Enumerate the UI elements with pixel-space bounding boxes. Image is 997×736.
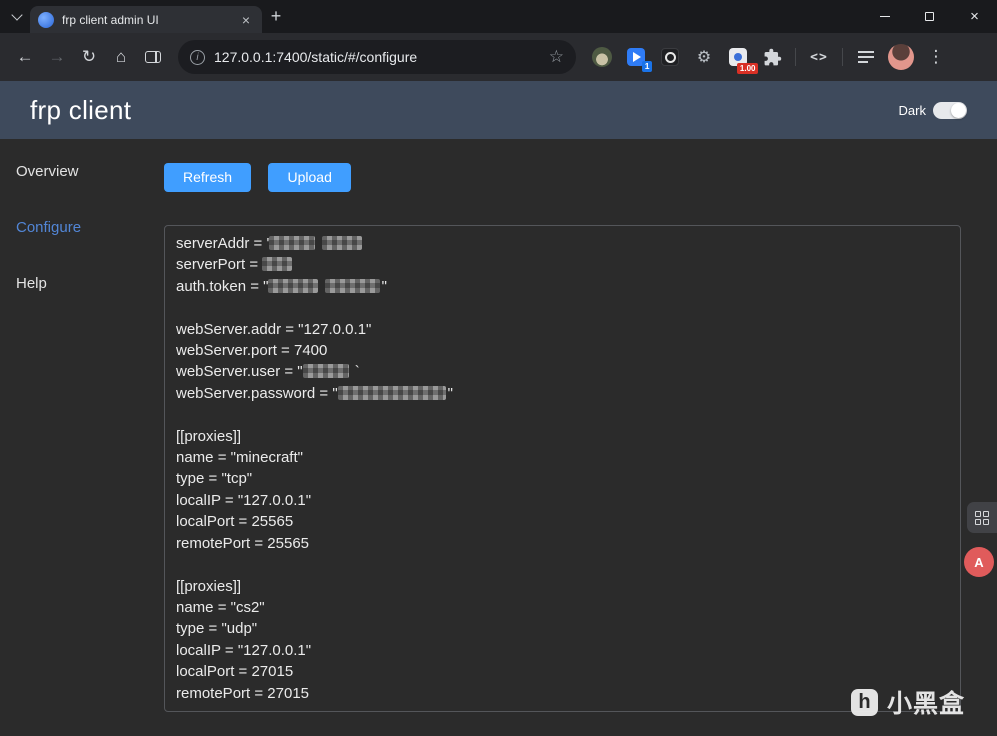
theme-switch[interactable] <box>933 101 967 119</box>
url-text: 127.0.0.1:7400/static/#/configure <box>214 49 418 65</box>
price-extension-icon[interactable]: 1.00 <box>725 44 758 74</box>
theme-toggle[interactable]: Dark <box>898 101 967 119</box>
toolbar-divider <box>795 48 796 66</box>
floating-assistant-widget[interactable]: A <box>964 547 994 577</box>
side-panel-button[interactable] <box>138 42 168 72</box>
watermark-text: 小黑盒 <box>886 690 965 718</box>
tampermonkey-extension-icon[interactable] <box>589 44 615 70</box>
tab-strip: frp client admin UI × + × <box>0 0 997 33</box>
home-button[interactable]: ⌂ <box>106 42 136 72</box>
assistant-icon: A <box>974 554 984 570</box>
reload-button[interactable]: ↻ <box>74 42 104 72</box>
gear-icon: ⚙ <box>696 49 712 66</box>
puzzle-icon <box>764 48 781 65</box>
maximize-button[interactable] <box>907 0 952 33</box>
sidebar-item-configure[interactable]: Configure <box>0 199 164 255</box>
price-badge: 1.00 <box>737 63 758 74</box>
profile-avatar[interactable] <box>888 44 914 70</box>
browser-menu-button[interactable]: ⋮ <box>923 44 949 70</box>
page-title: frp client <box>30 94 132 125</box>
sidebar-item-overview[interactable]: Overview <box>0 143 164 199</box>
browser-window: frp client admin UI × + × ← → ↻ ⌂ i 127.… <box>0 0 997 736</box>
browser-tab[interactable]: frp client admin UI × <box>30 6 262 33</box>
sidebar: Overview Configure Help <box>0 139 164 712</box>
list-extension-button[interactable] <box>853 44 879 70</box>
config-textarea[interactable]: serverAddr = ' serverPort = auth.token =… <box>164 225 961 712</box>
minimize-button[interactable] <box>862 0 907 33</box>
theme-toggle-label: Dark <box>898 102 926 118</box>
close-window-button[interactable]: × <box>952 0 997 33</box>
app-header: frp client Dark <box>0 81 997 139</box>
tab-title: frp client admin UI <box>62 12 159 27</box>
minimize-icon <box>879 15 890 18</box>
switch-knob <box>951 102 966 118</box>
extensions-menu-button[interactable] <box>759 44 785 70</box>
maximize-icon <box>925 12 934 21</box>
floating-grid-widget[interactable] <box>967 502 997 533</box>
three-dots-icon: ⋮ <box>927 47 945 66</box>
list-icon <box>858 51 874 63</box>
toolbar-divider <box>842 48 843 66</box>
code-extension-button[interactable]: <> <box>806 44 832 70</box>
dark-extension-icon[interactable] <box>657 44 683 70</box>
tab-close-icon[interactable]: × <box>238 12 254 28</box>
ring-icon <box>661 48 679 66</box>
back-button[interactable]: ← <box>10 42 40 72</box>
settings-extension-icon[interactable]: ⚙ <box>691 44 717 70</box>
grid-icon <box>975 510 989 525</box>
forward-button[interactable]: → <box>42 42 72 72</box>
heybox-logo-icon: h <box>850 688 878 716</box>
site-favicon <box>38 11 54 28</box>
upload-button[interactable]: Upload <box>268 163 351 192</box>
bookmark-star-icon[interactable]: ☆ <box>549 47 564 67</box>
main-content: Refresh Upload serverAddr = ' serverPort… <box>164 139 997 712</box>
sidebar-item-help[interactable]: Help <box>0 255 164 311</box>
side-panel-icon <box>145 51 161 63</box>
address-bar[interactable]: i 127.0.0.1:7400/static/#/configure ☆ <box>178 40 576 74</box>
page-body: Overview Configure Help Refresh Upload s… <box>0 139 997 712</box>
chevron-down-icon <box>11 8 23 21</box>
tab-search-button[interactable] <box>4 4 30 30</box>
heybox-watermark: h 小黑盒 <box>850 684 965 720</box>
browser-toolbar: ← → ↻ ⌂ i 127.0.0.1:7400/static/#/config… <box>0 33 997 81</box>
site-info-icon[interactable]: i <box>190 49 205 65</box>
flag-extension-icon[interactable]: 1 <box>623 44 652 72</box>
refresh-button[interactable]: Refresh <box>164 163 252 192</box>
monkey-icon <box>592 47 612 67</box>
extension-count-badge: 1 <box>642 60 652 72</box>
new-tab-button[interactable]: + <box>262 3 290 31</box>
window-controls: × <box>862 0 997 33</box>
code-icon: <> <box>810 49 828 65</box>
